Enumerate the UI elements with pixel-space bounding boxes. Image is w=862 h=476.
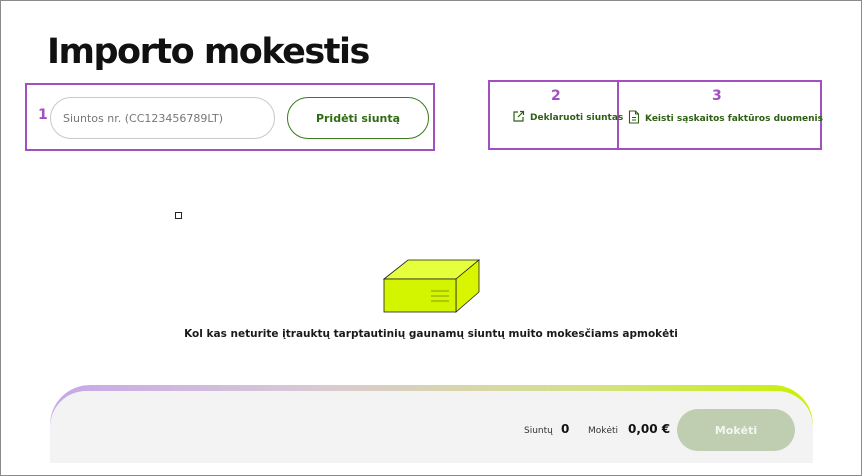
shipments-count-value: 0 <box>561 422 570 436</box>
annotation-number-2: 2 <box>551 88 561 104</box>
cursor-marker <box>175 212 182 219</box>
declare-shipments-link[interactable]: Deklaruoti siuntas <box>512 110 623 126</box>
shipments-count-label: Siuntų <box>524 426 553 436</box>
empty-state-message: Kol kas neturite įtrauktų tarptautinių g… <box>184 328 678 340</box>
annotation-number-1: 1 <box>38 107 48 123</box>
pay-amount-value: 0,00 € <box>628 422 671 436</box>
document-icon <box>628 110 640 127</box>
declare-shipments-label: Deklaruoti siuntas <box>530 113 624 123</box>
package-box-icon <box>381 258 483 318</box>
page-title: Importo mokestis <box>47 32 370 72</box>
external-link-icon <box>512 110 525 126</box>
pay-button[interactable]: Mokėti <box>677 409 795 451</box>
change-invoice-data-link[interactable]: Keisti sąskaitos faktūros duomenis <box>628 110 823 127</box>
add-shipment-button[interactable]: Pridėti siuntą <box>287 97 429 139</box>
pay-amount-label: Mokėti <box>588 426 619 436</box>
annotation-number-3: 3 <box>712 88 722 104</box>
shipment-number-input[interactable] <box>50 97 275 139</box>
change-invoice-data-label: Keisti sąskaitos faktūros duomenis <box>645 113 823 124</box>
